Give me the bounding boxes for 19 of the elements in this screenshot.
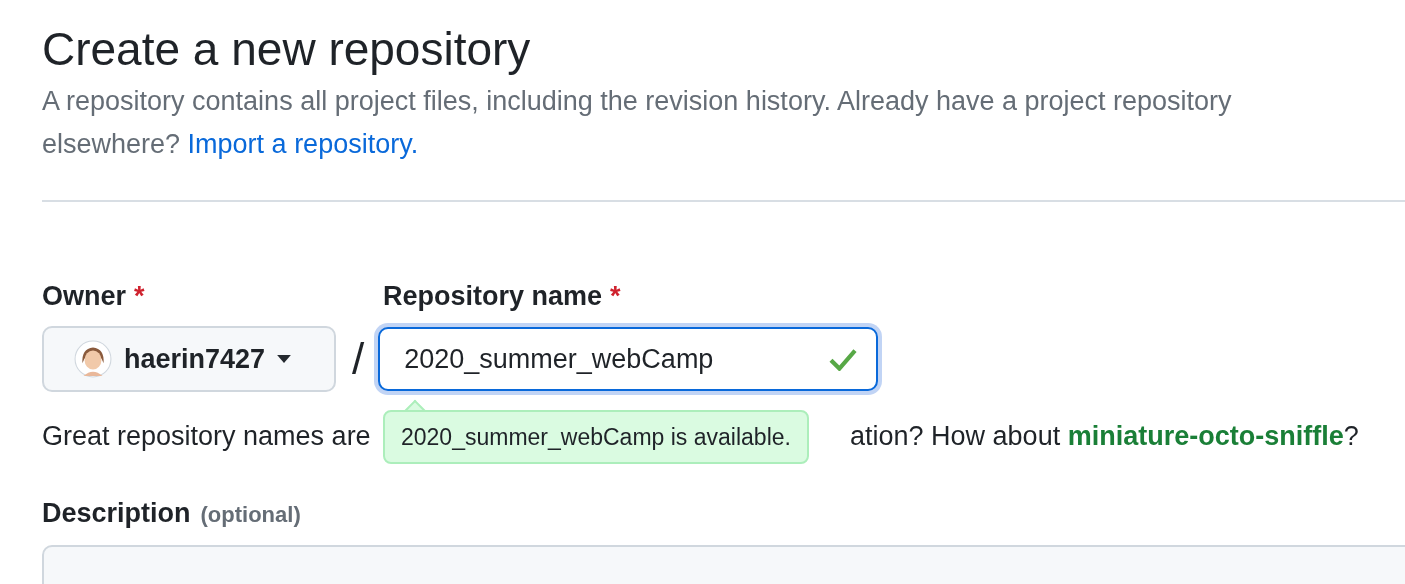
caret-icon xyxy=(277,355,292,363)
owner-label: Owner xyxy=(42,280,127,312)
availability-tooltip: 2020_summer_webCamp is available. xyxy=(383,410,809,464)
hint-text: ? xyxy=(1343,420,1359,452)
hint-text: Great repository names are xyxy=(42,420,371,451)
import-link[interactable]: Import a repository. xyxy=(187,129,419,159)
required-mark: * xyxy=(134,280,145,312)
repository-name-label: Repository name xyxy=(383,280,603,312)
hint-text: ation? How about xyxy=(850,420,1062,452)
optional-label: (optional) xyxy=(200,502,301,528)
page-title: Create a new repository xyxy=(42,22,532,77)
avatar-icon xyxy=(74,340,112,378)
path-separator: / xyxy=(352,337,365,381)
description-label: Description xyxy=(42,498,191,529)
required-mark: * xyxy=(610,280,621,312)
owner-dropdown[interactable]: haerin7427 xyxy=(42,326,336,392)
suggestion-link[interactable]: miniature-octo-sniffle xyxy=(1067,420,1344,452)
repository-name-field[interactable]: 2020_summer_webCamp xyxy=(378,327,879,391)
intro-text: A repository contains all project files, including the revision history. Already have a project repository elsewhere? Import a repository. xyxy=(42,85,1233,161)
